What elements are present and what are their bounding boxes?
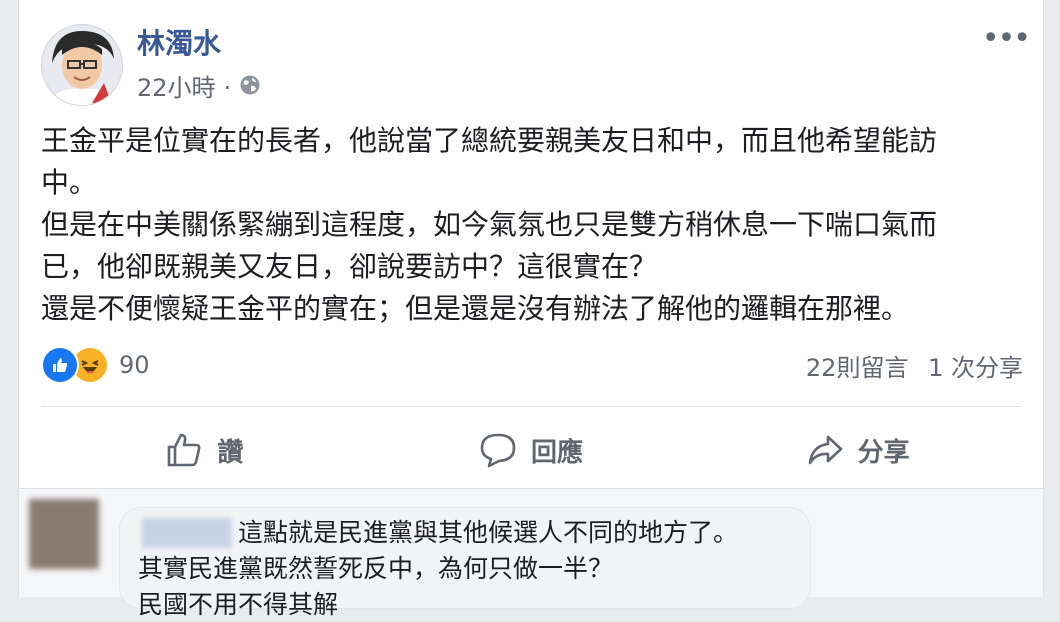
comments-section: 這點就是民進黨與其他候選人不同的地方了。 其實民進黨既然誓死反中，為何只做一半？…: [19, 488, 1043, 619]
action-bar: 讚 回應 分享: [41, 420, 1021, 480]
commenter-name[interactable]: [142, 518, 232, 548]
author-name[interactable]: 林濁水: [137, 26, 221, 62]
post-line: 還是不便懷疑王金平的實在；但是還是沒有辦法了解他的邏輯在那裡。: [41, 292, 910, 325]
author-avatar[interactable]: [41, 24, 123, 106]
post-body: 王金平是位實在的長者，他說當了總統要親美友日和中，而且他希望能訪 中。 但是在中…: [41, 120, 1021, 330]
more-options-icon[interactable]: •••: [982, 24, 1031, 54]
comment-button[interactable]: 回應: [368, 420, 695, 480]
comment-count[interactable]: 22則留言: [806, 354, 909, 382]
commenter-avatar[interactable]: [29, 499, 99, 569]
post-stats: 22則留言 1 次分享: [794, 348, 1023, 383]
like-icon: [41, 346, 79, 384]
post-card: 林濁水 22小時 · ••• 王金平是位實在的長者，他說當了總統要親美友日和中，…: [18, 0, 1044, 619]
comment-label: 回應: [531, 437, 584, 468]
comment-line: 其實民進黨既然誓死反中，為何只做一半？: [138, 554, 614, 583]
like-button[interactable]: 讚: [41, 420, 368, 480]
comment-line: 這點就是民進黨與其他候選人不同的地方了。: [238, 518, 739, 547]
reaction-summary[interactable]: 90: [41, 346, 150, 384]
comment-line: 民國不用不得其解: [138, 590, 339, 619]
post-meta: 22小時 ·: [137, 72, 261, 104]
thumbs-up-icon: [168, 433, 201, 467]
globe-icon[interactable]: [239, 72, 261, 104]
post-line: 已，他卻既親美又友日，卻說要訪中？這很實在？: [41, 250, 658, 283]
post-time[interactable]: 22小時: [137, 72, 216, 104]
divider: [41, 406, 1021, 407]
post-line: 但是在中美關係緊繃到這程度，如今氣氛也只是雙方稍休息一下喘口氣而: [41, 208, 938, 241]
post-line: 中。: [41, 166, 98, 199]
share-label: 分享: [857, 437, 910, 468]
comment-icon: [480, 433, 516, 468]
reaction-count: 90: [119, 351, 150, 379]
post-line: 王金平是位實在的長者，他說當了總統要親美友日和中，而且他希望能訪: [41, 124, 938, 157]
like-label: 讚: [217, 437, 244, 468]
share-icon: [808, 435, 842, 465]
share-count[interactable]: 1 次分享: [928, 354, 1023, 382]
share-button[interactable]: 分享: [694, 420, 1021, 480]
comment-bubble: 這點就是民進黨與其他候選人不同的地方了。 其實民進黨既然誓死反中，為何只做一半？…: [119, 507, 811, 619]
meta-separator: ·: [223, 74, 232, 102]
